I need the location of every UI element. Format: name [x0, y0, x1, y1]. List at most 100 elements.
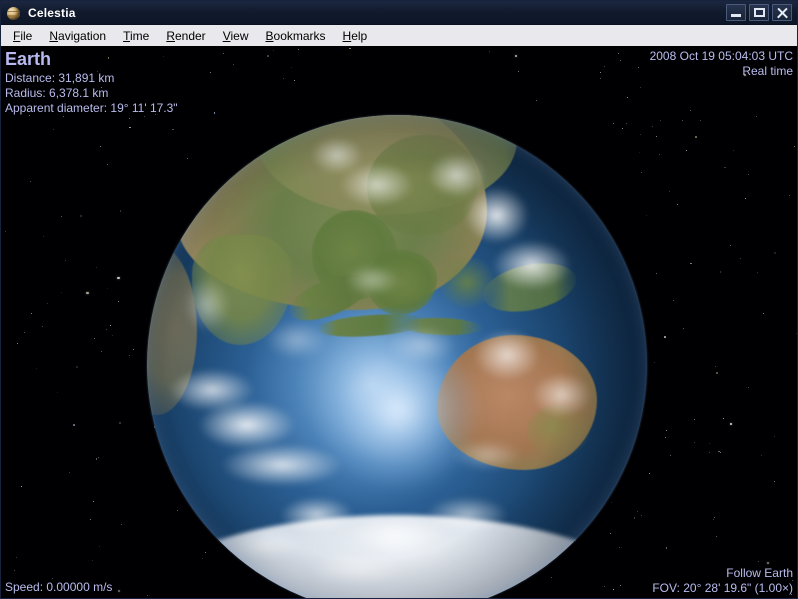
star — [652, 125, 654, 127]
star — [52, 578, 54, 580]
star — [676, 204, 678, 206]
star — [30, 313, 32, 315]
star — [653, 361, 655, 363]
star — [290, 67, 292, 69]
travel-speed: Speed: 0.00000 m/s — [5, 580, 113, 594]
star — [683, 327, 685, 329]
star — [627, 97, 629, 99]
star — [600, 71, 602, 73]
star — [669, 191, 671, 193]
menu-item-bookmarks[interactable]: Bookmarks — [258, 27, 335, 45]
object-name: Earth — [5, 49, 52, 69]
menu-item-file[interactable]: File — [5, 27, 41, 45]
star — [646, 215, 648, 217]
close-button[interactable] — [772, 4, 792, 21]
star — [625, 122, 628, 125]
star — [17, 342, 19, 344]
star — [283, 78, 285, 80]
navigation-overlay: Follow Earth FOV: 20° 28' 19.6" (1.00×) — [652, 566, 793, 596]
star — [118, 421, 121, 424]
star — [187, 158, 189, 160]
star — [670, 454, 672, 456]
star — [637, 67, 639, 69]
menu-item-view[interactable]: View — [215, 27, 258, 45]
star — [729, 422, 732, 425]
star — [16, 556, 18, 558]
star — [720, 452, 722, 454]
atmosphere-rim — [147, 115, 647, 598]
star — [715, 365, 717, 367]
star — [774, 436, 776, 438]
star — [62, 116, 64, 118]
star — [119, 210, 122, 212]
menu-mnemonic: B — [265, 28, 274, 43]
star — [222, 53, 224, 55]
star — [758, 560, 760, 562]
star — [788, 195, 790, 197]
star — [716, 372, 718, 374]
star — [133, 348, 135, 350]
star — [46, 302, 48, 304]
star — [756, 115, 758, 117]
star — [64, 259, 66, 261]
star — [73, 424, 75, 426]
star — [610, 502, 612, 504]
star — [535, 100, 537, 102]
star — [68, 472, 70, 474]
star — [639, 152, 641, 154]
speed-overlay: Speed: 0.00000 m/s — [5, 580, 112, 595]
menu-item-render[interactable]: Render — [158, 27, 214, 45]
star — [56, 391, 58, 393]
star — [682, 120, 684, 122]
star — [690, 109, 692, 111]
star — [599, 77, 601, 79]
star — [665, 547, 668, 549]
menu-label: ile — [20, 28, 33, 43]
star — [105, 328, 107, 330]
star — [76, 366, 79, 369]
maximize-button[interactable] — [749, 4, 769, 21]
star — [747, 173, 749, 175]
star — [760, 454, 762, 456]
star — [210, 71, 212, 73]
star — [694, 419, 696, 421]
star — [748, 387, 750, 389]
menu-item-help[interactable]: Help — [335, 27, 377, 45]
menu-mnemonic: H — [342, 28, 352, 43]
star — [110, 324, 112, 326]
star — [756, 271, 759, 274]
star — [128, 118, 130, 120]
menu-label: ender — [174, 28, 206, 43]
star — [121, 523, 123, 525]
star — [488, 51, 490, 53]
star — [349, 47, 351, 50]
menu-item-navigation[interactable]: Navigation — [41, 27, 115, 45]
menu-item-time[interactable]: Time — [115, 27, 158, 45]
star — [774, 252, 776, 254]
star — [80, 215, 83, 218]
star — [98, 456, 100, 458]
star — [739, 258, 741, 260]
earth-globe[interactable] — [147, 115, 647, 598]
object-apparent-diameter: Apparent diameter: 19° 11' 17.3" — [5, 101, 178, 115]
follow-mode: Follow Earth — [726, 566, 793, 580]
star — [793, 145, 795, 147]
star — [604, 65, 606, 67]
menu-label: ookmarks — [273, 28, 326, 43]
star — [639, 87, 641, 89]
star — [144, 115, 146, 117]
star — [100, 86, 103, 89]
star — [693, 442, 695, 444]
star — [695, 136, 697, 138]
menu-label: avigation — [58, 28, 107, 43]
render-viewport[interactable]: Earth Distance: 31,891 km Radius: 6,378.… — [1, 47, 797, 598]
star — [92, 500, 94, 502]
star — [762, 312, 764, 314]
star — [118, 589, 121, 593]
star — [713, 518, 715, 520]
minimize-button[interactable] — [726, 4, 746, 21]
star — [641, 514, 643, 516]
star — [670, 53, 672, 56]
menu-label: iew — [230, 28, 249, 43]
star — [640, 171, 642, 173]
